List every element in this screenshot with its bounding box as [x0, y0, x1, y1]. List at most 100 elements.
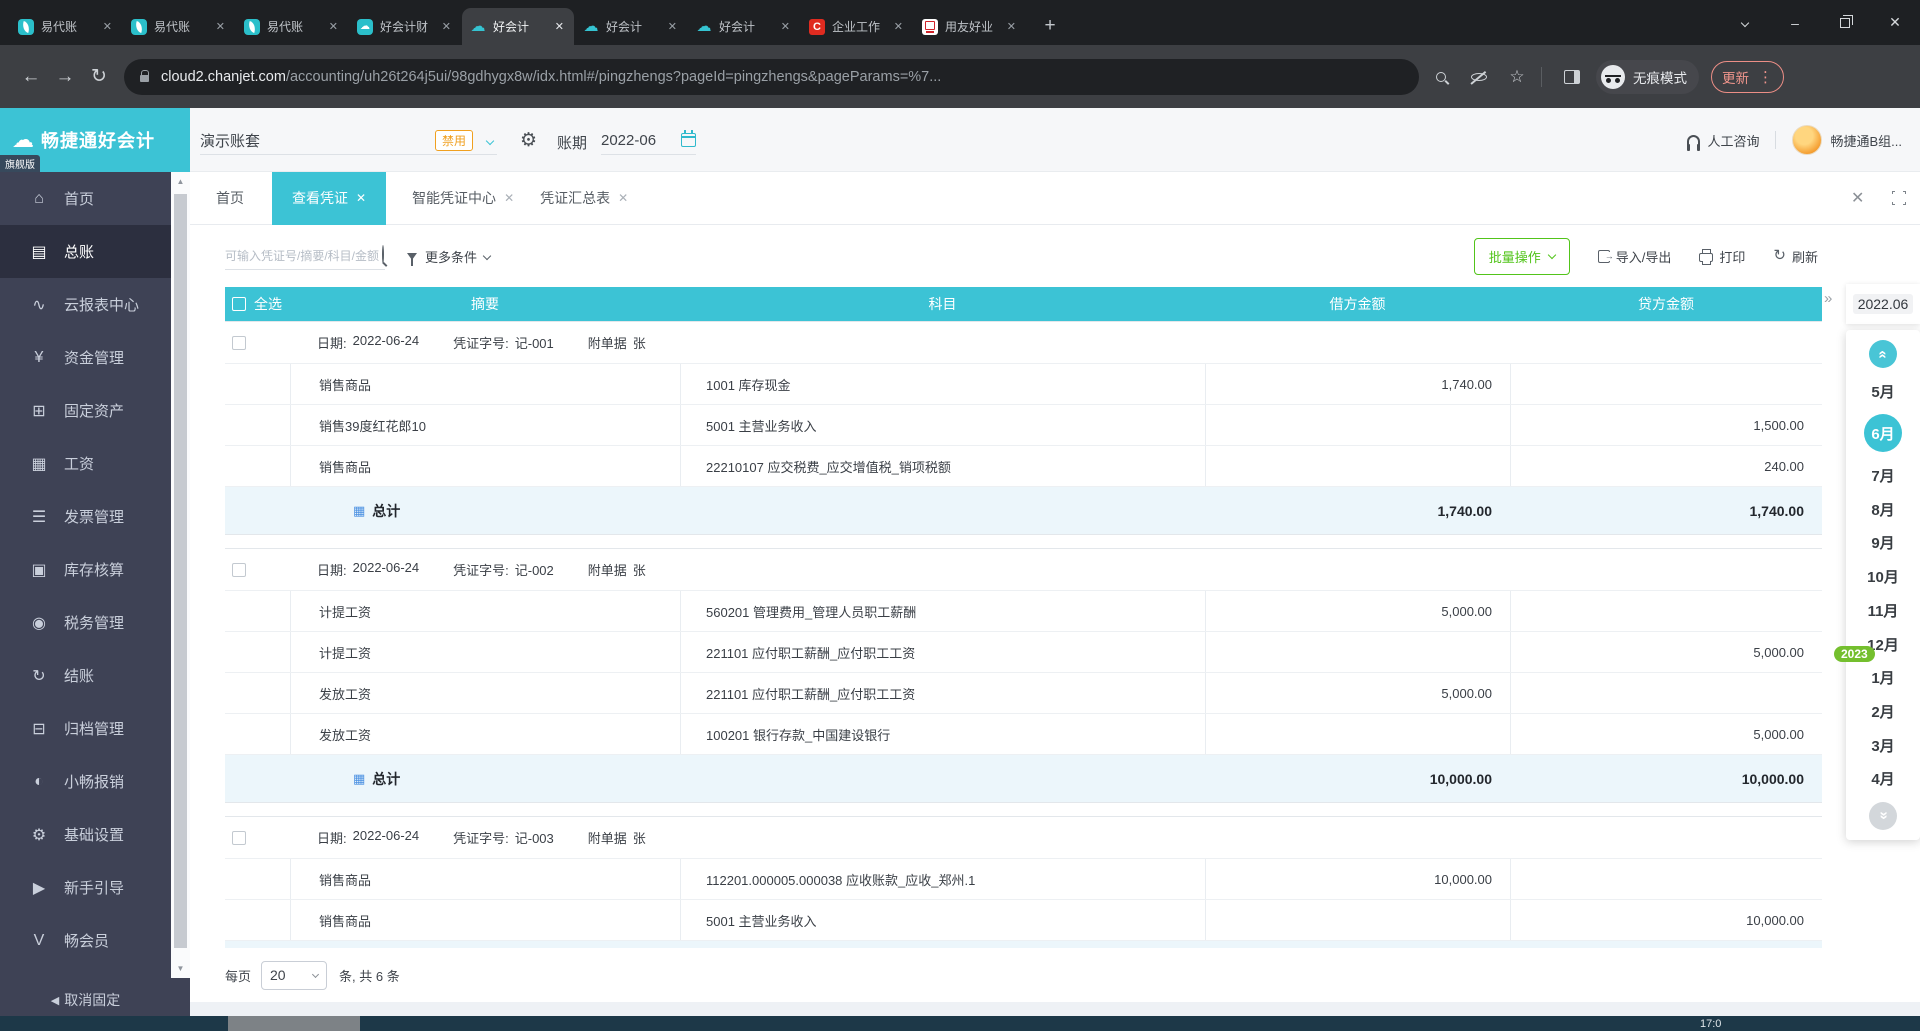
table-row[interactable]: 发放工资 221101 应付职工薪酬_应付职工工资 5,000.00: [225, 673, 1822, 714]
tab-close-icon[interactable]: ✕: [553, 20, 566, 33]
month-item-active[interactable]: 6月: [1864, 414, 1902, 453]
sidebar-item-funds[interactable]: ¥ 资金管理: [0, 331, 190, 384]
update-button[interactable]: 更新 ⋮: [1711, 60, 1784, 93]
table-row[interactable]: 销售商品 22210107 应交税费_应交增值税_销项税额 240.00: [225, 446, 1822, 487]
sidebar-item-home[interactable]: ⌂ 首页: [0, 172, 190, 225]
gear-icon[interactable]: ⚙: [520, 129, 537, 152]
per-page-select[interactable]: 20: [261, 960, 328, 990]
table-row[interactable]: 销售商品 5001 主营业务收入 10,000.00: [225, 900, 1822, 941]
browser-tab[interactable]: 易代账 ✕: [123, 8, 235, 45]
forward-icon[interactable]: →: [48, 60, 82, 94]
chevron-down-icon[interactable]: [485, 131, 495, 149]
sidebar-item-salary[interactable]: ▦ 工资: [0, 437, 190, 490]
tab-search-icon[interactable]: [1720, 0, 1770, 45]
tab-close-icon[interactable]: ✕: [666, 20, 679, 33]
select-all-checkbox[interactable]: [232, 297, 246, 311]
scrollbar-thumb[interactable]: [174, 194, 187, 948]
print-button[interactable]: 打印: [1699, 247, 1745, 266]
unpin-sidebar-button[interactable]: ◀ 取消固定: [0, 990, 171, 1010]
table-row[interactable]: 发放工资 100201 银行存款_中国建设银行 5,000.00: [225, 714, 1822, 755]
tab-voucher-summary[interactable]: 凭证汇总表 ✕: [540, 172, 628, 225]
browser-tab[interactable]: C 企业工作 ✕: [801, 8, 913, 45]
search-input[interactable]: [225, 248, 380, 263]
tab-home[interactable]: 首页: [216, 172, 244, 225]
tab-close-icon[interactable]: ✕: [440, 20, 453, 33]
tab-close-icon[interactable]: ✕: [779, 20, 792, 33]
table-row[interactable]: 销售39度红花郎10 5001 主营业务收入 1,500.00: [225, 405, 1822, 446]
fullscreen-icon[interactable]: [1890, 189, 1908, 207]
search-icon[interactable]: [382, 244, 384, 264]
browser-tab[interactable]: ☁ 好会计财 ✕: [349, 8, 461, 45]
month-item[interactable]: 8月: [1871, 499, 1894, 520]
back-icon[interactable]: ←: [14, 60, 48, 94]
voucher-search-box[interactable]: [225, 243, 385, 270]
sidebar-item-cloud-reports[interactable]: ∿ 云报表中心: [0, 278, 190, 331]
close-panel-icon[interactable]: ✕: [1851, 188, 1864, 208]
sidebar-item-general-ledger[interactable]: ▤ 总账: [0, 225, 190, 278]
eye-off-icon[interactable]: [1463, 61, 1495, 93]
sidebar-item-member[interactable]: V 畅会员: [0, 914, 190, 967]
filter-funnel-icon[interactable]: [407, 253, 417, 266]
tab-close-icon[interactable]: ✕: [101, 20, 114, 33]
bookmark-star-icon[interactable]: ☆: [1501, 61, 1533, 93]
month-item[interactable]: 9月: [1871, 532, 1894, 553]
reload-icon[interactable]: ↻: [82, 60, 116, 94]
row-checkbox[interactable]: [232, 562, 246, 577]
import-export-button[interactable]: 导入/导出: [1597, 247, 1671, 266]
browser-tab[interactable]: ☁ 好会计 ✕: [575, 8, 687, 45]
month-item[interactable]: 5月: [1871, 381, 1894, 402]
tab-close-icon[interactable]: ✕: [327, 20, 340, 33]
row-checkbox[interactable]: [232, 335, 246, 350]
month-item[interactable]: 7月: [1871, 465, 1894, 486]
tab-close-icon[interactable]: ✕: [504, 191, 514, 205]
browser-tab[interactable]: 用友好业 ✕: [914, 8, 1026, 45]
period-field[interactable]: 2022-06: [601, 126, 696, 155]
tab-close-icon[interactable]: ✕: [356, 191, 366, 205]
sidebar-item-settings[interactable]: ⚙ 基础设置: [0, 808, 190, 861]
side-panel-icon[interactable]: [1556, 61, 1588, 93]
search-icon[interactable]: [1425, 61, 1457, 93]
browser-tab-active[interactable]: ☁ 好会计 ✕: [462, 8, 574, 45]
browser-tab[interactable]: 易代账 ✕: [236, 8, 348, 45]
calendar-icon[interactable]: [681, 130, 696, 147]
minimize-button[interactable]: –: [1770, 0, 1820, 45]
new-tab-button[interactable]: +: [1036, 13, 1064, 41]
more-conditions-link[interactable]: 更多条件: [425, 247, 477, 266]
month-item[interactable]: 3月: [1871, 735, 1894, 756]
support-link[interactable]: 人工咨询: [1707, 131, 1759, 150]
sidebar-item-reimburse[interactable]: ◐ 小畅报销: [0, 755, 190, 808]
browser-tab[interactable]: 易代账 ✕: [10, 8, 122, 45]
sidebar-item-tax[interactable]: ◉ 税务管理: [0, 596, 190, 649]
sidebar-scrollbar[interactable]: ▲ ▼: [171, 172, 190, 978]
sidebar-item-invoice[interactable]: ☰ 发票管理: [0, 490, 190, 543]
account-set-selector[interactable]: 演示账套 禁用: [200, 126, 497, 155]
tab-smart-voucher-center[interactable]: 智能凭证中心 ✕: [412, 172, 514, 225]
batch-actions-button[interactable]: 批量操作: [1473, 237, 1570, 275]
scroll-months-down-icon[interactable]: «: [1869, 801, 1897, 830]
collapse-panel-icon[interactable]: »: [1824, 290, 1832, 307]
month-item[interactable]: 4月: [1871, 768, 1894, 789]
refresh-button[interactable]: ↻ 刷新: [1773, 247, 1818, 266]
table-row[interactable]: 销售商品 1001 库存现金 1,740.00: [225, 364, 1822, 405]
sidebar-item-inventory[interactable]: ▣ 库存核算: [0, 543, 190, 596]
table-row[interactable]: 计提工资 560201 管理费用_管理人员职工薪酬 5,000.00: [225, 591, 1822, 632]
tab-close-icon[interactable]: ✕: [618, 191, 628, 205]
month-item[interactable]: 10月: [1867, 566, 1899, 587]
avatar[interactable]: [1792, 125, 1823, 155]
month-item[interactable]: 2月: [1871, 701, 1894, 722]
restore-button[interactable]: [1820, 0, 1870, 45]
username[interactable]: 畅捷通B组...: [1830, 131, 1902, 150]
table-row[interactable]: 计提工资 221101 应付职工薪酬_应付职工工资 5,000.00: [225, 632, 1822, 673]
sidebar-item-archive[interactable]: ⊟ 归档管理: [0, 702, 190, 755]
tab-close-icon[interactable]: ✕: [1005, 20, 1018, 33]
horizontal-scrollbar-thumb[interactable]: [228, 1016, 360, 1031]
close-window-button[interactable]: ✕: [1870, 0, 1920, 45]
month-item[interactable]: 1月: [1871, 667, 1894, 688]
browser-tab[interactable]: ☁ 好会计 ✕: [688, 8, 800, 45]
scroll-months-up-icon[interactable]: «: [1869, 340, 1897, 368]
tab-close-icon[interactable]: ✕: [892, 20, 905, 33]
tab-close-icon[interactable]: ✕: [214, 20, 227, 33]
tab-view-voucher[interactable]: 查看凭证 ✕: [272, 171, 387, 225]
month-item[interactable]: 11月: [1868, 600, 1899, 621]
row-checkbox[interactable]: [232, 830, 246, 845]
